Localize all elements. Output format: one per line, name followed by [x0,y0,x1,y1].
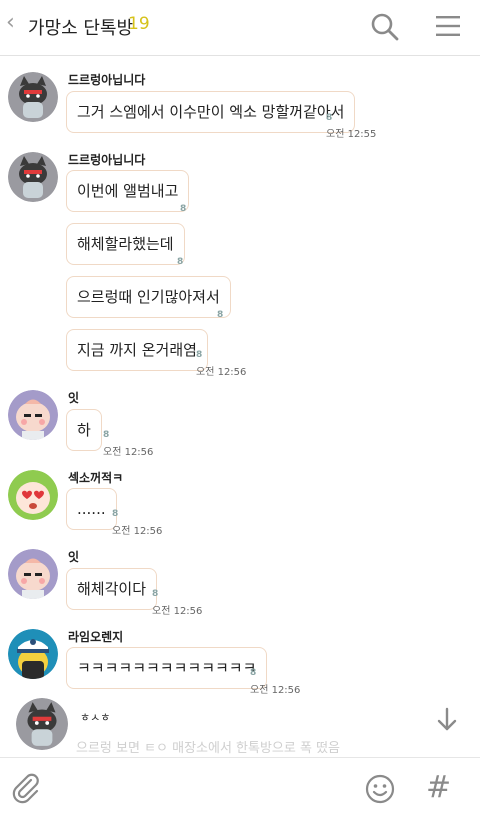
unread-count: 8 [196,350,203,360]
sender-name: 잇 [68,391,80,405]
preview-sender: ㅎㅅㅎ [80,711,111,724]
sender-name: 라임오렌지 [68,630,124,644]
unread-count: 8 [103,430,110,440]
sender-name: 섹소꺼적ㅋ [68,471,124,485]
heart-eyes-avatar[interactable] [8,470,58,520]
cat-avatar[interactable] [8,72,58,122]
message-time: 오전 12:56 [103,447,154,458]
message-bubble[interactable]: ㅋㅋㅋㅋㅋㅋㅋㅋㅋㅋㅋㅋㅋ [66,647,268,689]
message-time: 오전 12:55 [326,129,377,140]
message-bubble[interactable]: 이번에 앨범내고 [66,170,190,212]
unread-count: 8 [152,589,159,599]
message-time: 오전 12:56 [196,367,247,378]
input-bar: # [0,757,480,817]
message-bubble[interactable]: 해체각이다 [66,568,158,610]
unread-count: 8 [180,204,187,214]
down-arrow-icon[interactable] [432,705,462,735]
sender-name: 드르렁아닙니다 [68,153,146,167]
sender-name: 드르렁아닙니다 [68,73,146,87]
unread-count: 8 [217,310,224,320]
peach-avatar[interactable] [8,549,58,599]
unread-count: 8 [112,509,119,519]
unread-count: 8 [250,668,257,678]
new-message-preview[interactable]: ㅎㅅㅎ 으르렁 보면 ㅌㅇ 매장소에서 한톡방으로 폭 떴음 [0,695,480,757]
message-bubble[interactable]: 지금 까지 온거래염 [66,329,208,371]
paperclip-icon[interactable] [10,772,42,804]
message-bubble[interactable]: 해체할라했는데 [66,223,185,265]
preview-text: 으르렁 보면 ㅌㅇ 매장소에서 한톡방으로 폭 떴음 [76,741,340,756]
chat-title: 가망소 단톡방 [28,18,134,39]
emoji-icon[interactable] [364,773,396,805]
cat-avatar [16,698,68,750]
message-list[interactable]: 드르렁아닙니다 그거 스엠에서 이수만이 엑소 망할꺼같아서 8 오전 12:5… [0,57,480,757]
peach-avatar[interactable] [8,390,58,440]
unread-count: 8 [177,257,184,267]
back-button[interactable]: ‹ [6,10,15,35]
message-bubble[interactable]: 그거 스엠에서 이수만이 엑소 망할꺼같아서 [66,91,356,133]
message-bubble[interactable]: 하 [66,409,102,451]
cat-avatar[interactable] [8,152,58,202]
message-time: 오전 12:56 [250,685,301,696]
menu-icon[interactable] [434,14,462,38]
sender-name: 잇 [68,550,80,564]
message-bubble[interactable]: 으르렁때 인기많아져서 [66,276,231,318]
unread-count: 8 [326,113,333,123]
hash-icon[interactable]: # [426,770,451,805]
message-time: 오전 12:56 [152,606,203,617]
message-bubble[interactable]: ...... [66,488,117,530]
blue-cap-avatar[interactable] [8,629,58,679]
message-time: 오전 12:56 [112,526,163,537]
chat-header: ‹ 가망소 단톡방 19 [0,0,480,56]
search-icon[interactable] [370,12,400,42]
member-count: 19 [128,14,150,34]
